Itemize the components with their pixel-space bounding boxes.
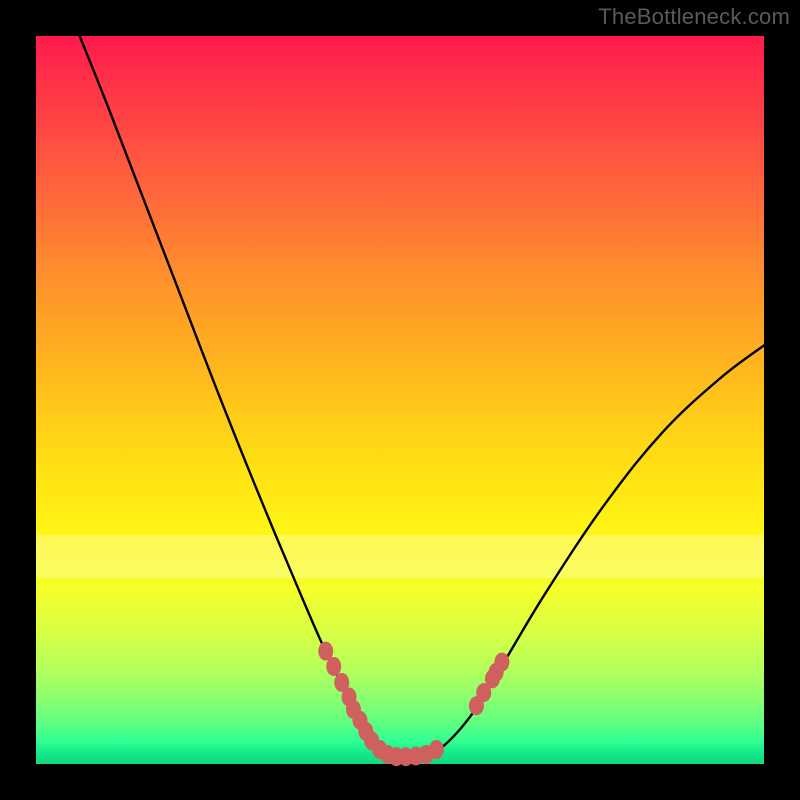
watermark-text: TheBottleneck.com xyxy=(598,4,790,30)
data-dot xyxy=(326,657,341,676)
curve-layer xyxy=(80,36,764,758)
data-dot xyxy=(494,653,509,672)
plot-area xyxy=(36,36,764,764)
data-dot xyxy=(429,740,444,759)
dot-layer xyxy=(318,642,509,767)
curve-path xyxy=(80,36,764,758)
chart-svg xyxy=(36,36,764,764)
chart-frame: TheBottleneck.com xyxy=(0,0,800,800)
